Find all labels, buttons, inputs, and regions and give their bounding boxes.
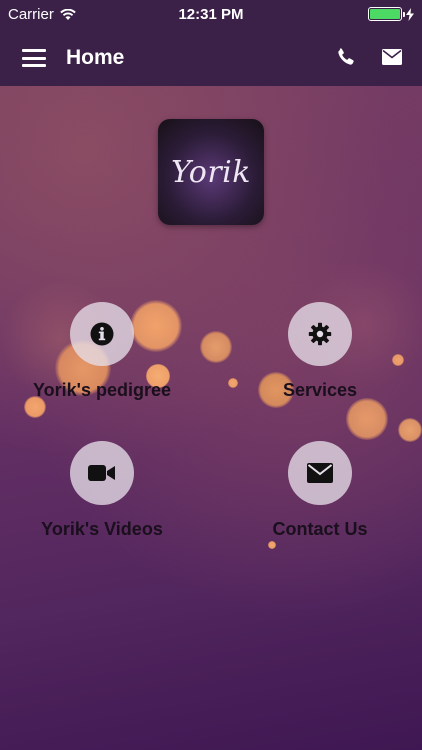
battery-cap [403,12,405,17]
tile-contact[interactable]: Contact Us [230,441,410,540]
logo-text: Yorik [171,154,251,190]
tile-pedigree[interactable]: Yorik's pedigree [12,302,192,401]
tile-videos[interactable]: Yorik's Videos [12,441,192,540]
gear-icon [308,322,332,346]
bokeh-light [200,331,232,363]
tile-circle[interactable] [70,302,134,366]
bokeh-light [268,541,276,549]
tile-label: Services [282,380,358,400]
tile-services[interactable]: Services [230,302,410,401]
battery-icon [368,7,405,21]
tile-circle[interactable] [288,441,352,505]
envelope-icon [307,463,333,483]
tile-label: Contact Us [272,519,368,539]
status-time: 12:31 PM [178,6,244,23]
bokeh-light [346,398,388,440]
battery-fill [370,9,400,19]
tile-circle[interactable] [70,441,134,505]
app-logo: Yorik [158,119,264,225]
status-bar: Carrier 12:31 PM [0,0,422,28]
mail-icon[interactable] [382,49,402,65]
tile-label: Yorik's Videos [41,519,163,539]
phone-icon[interactable] [336,47,356,67]
bokeh-light [398,418,422,442]
tile-circle[interactable] [288,302,352,366]
tile-label: Yorik's pedigree [33,380,171,400]
nav-bar: Home [0,28,422,86]
info-icon [90,322,114,346]
video-camera-icon [88,465,115,481]
status-right [368,7,414,21]
charging-bolt-icon [406,7,414,21]
hamburger-menu-icon[interactable] [22,49,46,67]
page-title: Home [66,46,125,69]
